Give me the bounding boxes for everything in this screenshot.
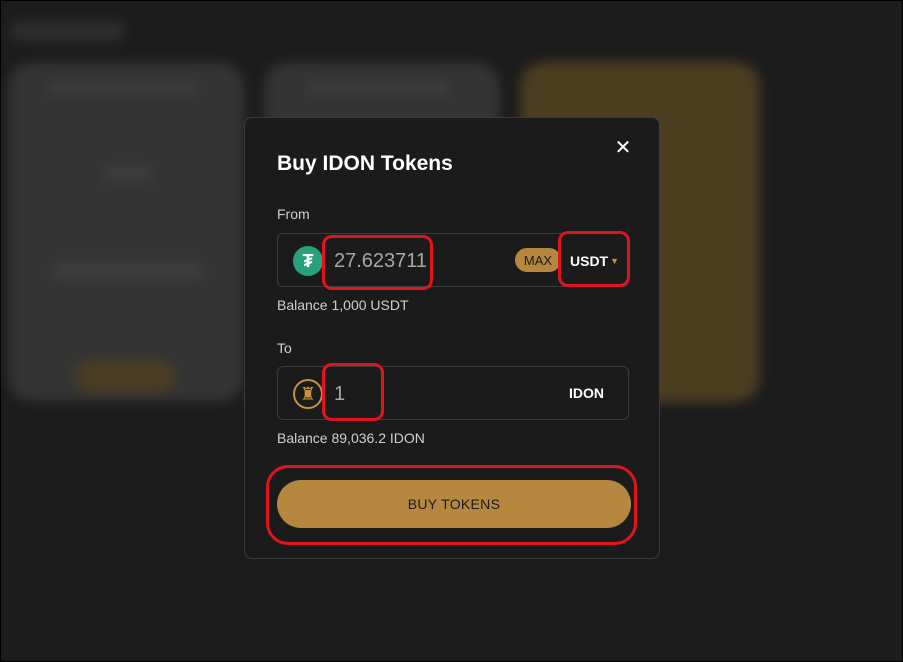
to-token-box: ♜ IDON [277,366,629,420]
to-label: To [277,340,292,356]
buy-tokens-button[interactable]: BUY TOKENS [277,480,631,528]
idon-rook-icon: ♜ [293,379,323,409]
to-amount-input[interactable] [334,379,484,409]
to-currency-label: IDON [569,385,604,401]
from-token-box: ₮ MAX USDT ▼ [277,233,629,287]
max-button[interactable]: MAX [515,248,561,272]
modal-title: Buy IDON Tokens [277,152,453,175]
close-icon[interactable]: ✕ [613,138,633,158]
buy-tokens-modal: Buy IDON Tokens ✕ From ₮ MAX USDT ▼ Bala… [244,117,660,559]
from-currency-select[interactable]: USDT ▼ [570,249,619,273]
from-currency-label: USDT [570,253,609,269]
from-balance: Balance 1,000 USDT [277,297,409,313]
chevron-down-icon: ▼ [610,256,620,266]
from-amount-input[interactable] [334,246,484,276]
from-label: From [277,206,310,222]
to-balance: Balance 89,036.2 IDON [277,430,425,446]
usdt-icon: ₮ [293,246,323,276]
